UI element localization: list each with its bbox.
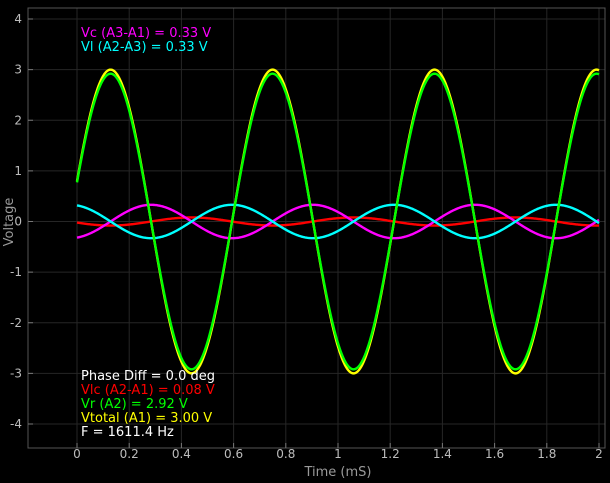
annotation-bottom: Phase Diff = 0.0 deg [81, 369, 215, 384]
x-tick-label: 0.4 [172, 447, 191, 461]
x-tick-label: 0.8 [276, 447, 295, 461]
x-tick-label: 1.2 [381, 447, 400, 461]
voltage-plot: 43210-1-2-3-4 0 0.2 0.4 0.6 0.8 1 1.2 1.4 1.6 1.8… [0, 0, 610, 483]
y-tick-label: -1 [10, 265, 22, 279]
annotation-bottom: Vlc (A2-A1) = 0.08 V [81, 383, 215, 398]
y-tick-label: -3 [10, 366, 22, 380]
annotation-bottom: Vtotal (A1) = 3.00 V [81, 411, 212, 426]
y-tick-label: 3 [14, 63, 22, 77]
y-tick-label: -2 [10, 316, 22, 330]
x-tick-label: 2 [595, 447, 603, 461]
annotation-top: Vl (A2-A3) = 0.33 V [81, 40, 208, 55]
annotation-bottom: Vr (A2) = 2.92 V [81, 397, 188, 412]
x-tick-label: 1 [334, 447, 342, 461]
y-tick-label: -4 [10, 417, 22, 431]
y-tick-label: 2 [14, 113, 22, 127]
y-tick-label: 1 [14, 164, 22, 178]
x-tick-label: 1.4 [433, 447, 452, 461]
annotation-bottom: F = 1611.4 Hz [81, 425, 174, 440]
x-tick-label: 1.8 [537, 447, 556, 461]
y-axis-label: Voltage [2, 198, 17, 247]
x-tick-label: 1.6 [485, 447, 504, 461]
x-tick-label: 0 [73, 447, 81, 461]
y-tick-label: 4 [14, 12, 22, 26]
x-tick-label: 0.2 [120, 447, 139, 461]
annotation-top: Vc (A3-A1) = 0.33 V [81, 26, 211, 41]
x-tick-label: 0.6 [224, 447, 243, 461]
x-axis-label: Time (mS) [303, 465, 371, 480]
top-annotations: Vc (A3-A1) = 0.33 VVl (A2-A3) = 0.33 V [81, 26, 211, 55]
